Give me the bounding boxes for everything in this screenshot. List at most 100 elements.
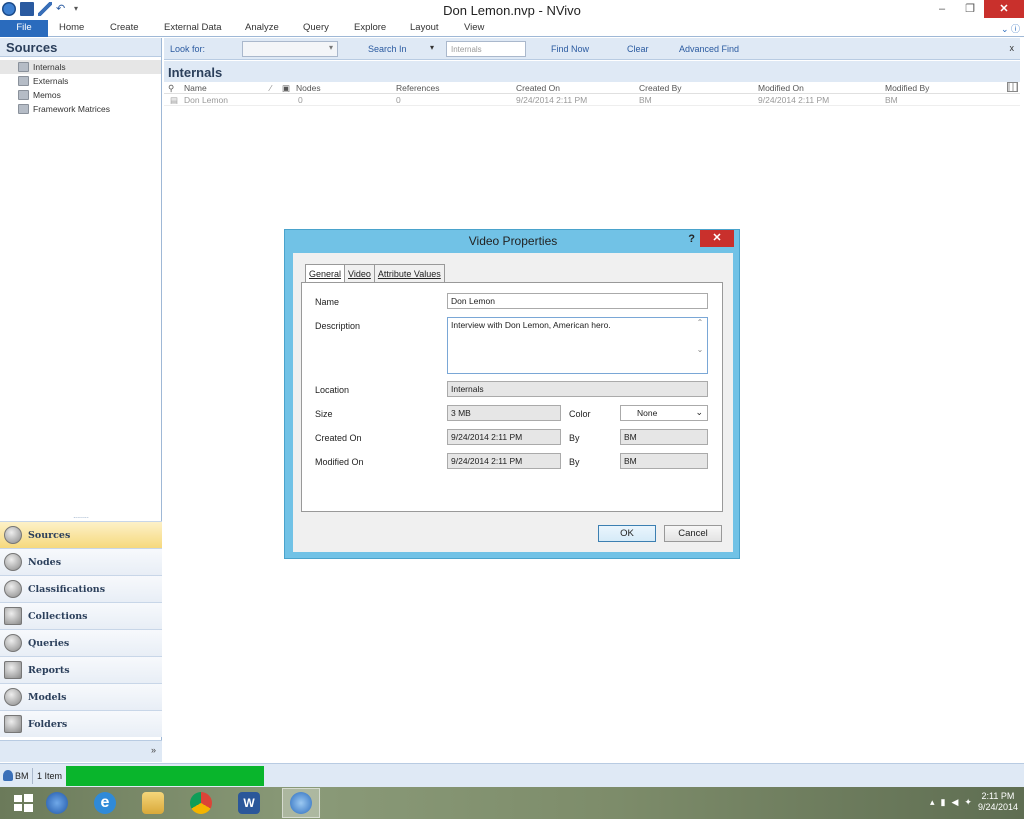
collections-icon <box>4 607 22 625</box>
tree-item-memos[interactable]: Memos <box>0 88 161 102</box>
word-icon: W <box>238 792 260 814</box>
tab-view[interactable]: View <box>464 22 484 33</box>
internet-explorer-icon: e <box>94 792 116 814</box>
color-select-value: None <box>637 408 658 418</box>
nav-button-classifications[interactable]: Classifications <box>0 575 162 602</box>
chevron-down-icon[interactable]: ▾ <box>430 43 434 52</box>
clock-time: 2:11 PM <box>981 791 1015 801</box>
general-panel: Name Don Lemon Description Interview wit… <box>301 282 723 512</box>
tab-video[interactable]: Video <box>344 264 375 282</box>
chevron-down-icon: ▾ <box>328 43 333 52</box>
clear-button[interactable]: Clear <box>627 44 649 54</box>
start-button[interactable] <box>4 788 42 818</box>
dialog-close-button[interactable]: ✕ <box>700 230 734 247</box>
cancel-button[interactable]: Cancel <box>664 525 722 542</box>
created-on-field: 9/24/2014 2:11 PM <box>447 429 561 445</box>
help-button[interactable]: ? <box>688 233 695 245</box>
volume-icon[interactable]: ◀ <box>951 797 958 808</box>
tree-item-label: Framework Matrices <box>33 104 110 114</box>
description-label: Description <box>315 321 361 331</box>
clock[interactable]: 2:11 PM 9/24/2014 <box>978 791 1018 813</box>
created-by-label: By <box>569 433 580 443</box>
nav-button-collections[interactable]: Collections <box>0 602 162 629</box>
tab-query[interactable]: Query <box>303 22 329 33</box>
folder-icon <box>18 76 29 86</box>
close-find-bar-button[interactable]: x <box>1010 43 1015 53</box>
tab-external-data[interactable]: External Data <box>164 22 222 33</box>
nav-button-label: Classifications <box>28 583 106 595</box>
chevron-right-icon[interactable]: » <box>151 745 156 755</box>
nav-button-label: Sources <box>28 529 71 541</box>
tree-item-externals[interactable]: Externals <box>0 74 161 88</box>
globe-icon <box>46 792 68 814</box>
tree-item-framework-matrices[interactable]: Framework Matrices <box>0 102 161 116</box>
column-nodes[interactable]: Nodes <box>296 83 321 93</box>
tab-layout[interactable]: Layout <box>410 22 439 33</box>
taskbar-ie-icon[interactable]: e <box>86 788 124 818</box>
restore-button[interactable]: ❐ <box>956 0 984 18</box>
ok-button[interactable]: OK <box>598 525 656 542</box>
search-in-button[interactable]: Search In <box>368 44 407 54</box>
tab-attribute-values[interactable]: Attribute Values <box>373 264 445 282</box>
nav-button-nodes[interactable]: Nodes <box>0 548 162 575</box>
dialog-tabs: General Video Attribute Values <box>305 264 445 283</box>
nav-button-sources[interactable]: Sources <box>0 521 162 548</box>
column-chooser-icon[interactable] <box>1007 82 1018 92</box>
textarea-scrollbar[interactable]: ⌃ ⌄ <box>693 318 707 373</box>
column-references[interactable]: References <box>396 83 439 93</box>
ribbon-options-icons[interactable]: ⌄ ⓘ <box>1001 22 1020 35</box>
column-modified-on[interactable]: Modified On <box>758 83 804 93</box>
column-created-on[interactable]: Created On <box>516 83 560 93</box>
taskbar-nvivo-icon[interactable] <box>38 788 76 818</box>
name-field[interactable]: Don Lemon <box>447 293 708 309</box>
update-icon[interactable]: ✦ <box>964 797 972 808</box>
nav-button-label: Reports <box>28 664 70 676</box>
taskbar-explorer-icon[interactable] <box>134 788 172 818</box>
item-count: 1 Item <box>32 768 66 784</box>
tab-general[interactable]: General <box>305 264 346 283</box>
color-select[interactable]: None ⌄ <box>620 405 708 421</box>
chrome-icon <box>190 792 212 814</box>
column-modified-by[interactable]: Modified By <box>885 83 929 93</box>
tree-item-label: Memos <box>33 90 61 100</box>
nav-button-models[interactable]: Models <box>0 683 162 710</box>
nav-button-queries[interactable]: Queries <box>0 629 162 656</box>
folder-icon <box>18 90 29 100</box>
nodes-column-icon: ▣ <box>282 83 291 93</box>
minimize-button[interactable]: – <box>928 0 956 18</box>
folder-icon <box>18 62 29 72</box>
tab-explore[interactable]: Explore <box>354 22 386 33</box>
nav-button-label: Folders <box>28 718 68 730</box>
status-bar: BM 1 Item <box>0 763 1024 787</box>
description-field[interactable]: Interview with Don Lemon, American hero.… <box>447 317 708 374</box>
tree-item-internals[interactable]: Internals <box>0 60 161 74</box>
nav-button-reports[interactable]: Reports <box>0 656 162 683</box>
user-icon <box>3 770 13 781</box>
classifications-icon <box>4 580 22 598</box>
table-row[interactable]: ▤ Don Lemon 0 0 9/24/2014 2:11 PM BM 9/2… <box>164 94 1020 106</box>
taskbar-word-icon[interactable]: W <box>230 788 268 818</box>
find-now-button[interactable]: Find Now <box>551 44 589 54</box>
nav-buttons: Sources Nodes Classifications Collection… <box>0 521 162 737</box>
splitter-grip[interactable]: ........ <box>0 513 162 521</box>
source-tree: Internals Externals Memos Framework Matr… <box>0 57 161 116</box>
taskbar-chrome-icon[interactable] <box>182 788 220 818</box>
tab-file[interactable]: File <box>0 20 48 37</box>
network-icon[interactable]: ▮ <box>941 797 946 808</box>
column-name[interactable]: Name <box>184 83 207 93</box>
look-for-input[interactable]: ▾ <box>242 41 338 57</box>
name-label: Name <box>315 297 340 307</box>
tab-create[interactable]: Create <box>110 22 139 33</box>
window-title: Don Lemon.nvp - NVivo <box>443 3 581 18</box>
search-in-field[interactable]: Internals <box>446 41 526 57</box>
close-button[interactable]: ✕ <box>984 0 1024 18</box>
advanced-find-button[interactable]: Advanced Find <box>679 44 739 54</box>
taskbar-nvivo-active[interactable] <box>282 788 320 818</box>
tab-home[interactable]: Home <box>59 22 84 33</box>
look-for-label: Look for: <box>170 44 206 54</box>
system-tray: ▴ ▮ ◀ ✦ 2:11 PM 9/24/2014 <box>930 791 1018 813</box>
nav-button-folders[interactable]: Folders <box>0 710 162 737</box>
column-created-by[interactable]: Created By <box>639 83 682 93</box>
tab-analyze[interactable]: Analyze <box>245 22 279 33</box>
show-hidden-icons-icon[interactable]: ▴ <box>930 797 935 808</box>
